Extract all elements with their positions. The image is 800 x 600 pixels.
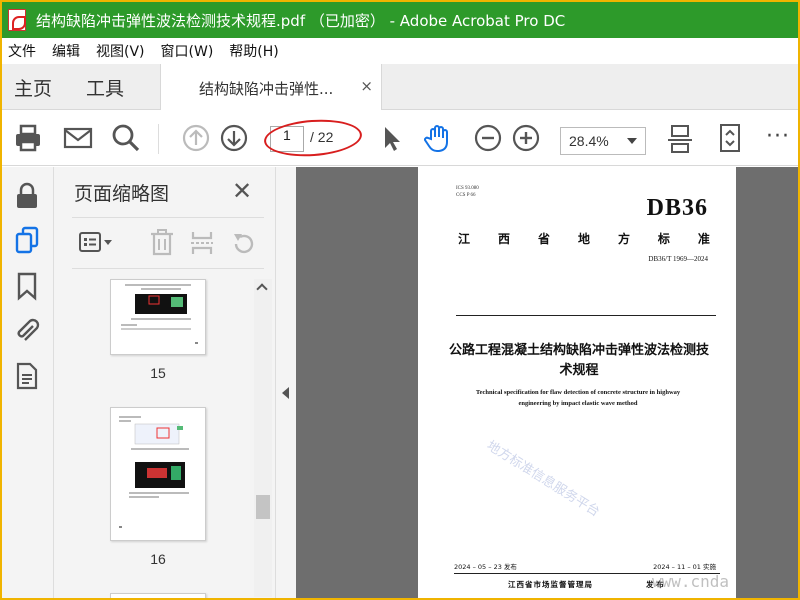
document-tab-label: 结构缺陷冲击弹性... bbox=[199, 80, 334, 98]
options-menu-icon[interactable] bbox=[78, 230, 118, 256]
close-panel-icon[interactable]: ✕ bbox=[232, 177, 252, 205]
toolbar: 1 / 22 28.4% ··· bbox=[2, 110, 798, 166]
menu-window[interactable]: 窗口(W) bbox=[153, 41, 222, 61]
document-title-english: Technical specification for flaw detecti… bbox=[475, 389, 681, 407]
pdf-app-icon bbox=[8, 9, 26, 31]
navigation-rail bbox=[2, 167, 54, 598]
next-page-icon[interactable] bbox=[218, 122, 250, 154]
search-icon[interactable] bbox=[110, 122, 142, 154]
title-bar: 结构缺陷冲击弹性波法检测技术规程.pdf （已加密） - Adobe Acrob… bbox=[2, 2, 798, 38]
page-thumbnails-panel: 页面缩略图 ✕ 15 16 bbox=[54, 167, 276, 598]
acrobat-window: 结构缺陷冲击弹性波法检测技术规程.pdf （已加密） - Adobe Acrob… bbox=[2, 2, 798, 598]
heading-char: 省 bbox=[537, 232, 550, 246]
tab-document[interactable]: 结构缺陷冲击弹性... × bbox=[160, 64, 382, 110]
chevron-down-icon bbox=[627, 138, 637, 144]
page-thumbnail[interactable] bbox=[110, 593, 206, 598]
highlight-ellipse bbox=[262, 116, 364, 160]
zoom-in-icon[interactable] bbox=[510, 122, 542, 154]
page-thumbnail-label: 16 bbox=[150, 551, 166, 567]
heading-char: 西 bbox=[497, 232, 510, 246]
document-view[interactable]: ICS 93.080 CCS P 66 DB36 江 西 省 地 方 标 准 D… bbox=[296, 167, 798, 598]
toolbar-divider bbox=[158, 124, 159, 154]
rotate-page-icon[interactable] bbox=[230, 228, 258, 258]
issuing-authority: 江西省市场监督管理局 bbox=[508, 580, 593, 589]
scrollbar-thumb[interactable] bbox=[256, 495, 270, 519]
heading-char: 准 bbox=[697, 232, 710, 246]
delete-page-icon[interactable] bbox=[148, 228, 176, 258]
zoom-dropdown[interactable]: 28.4% bbox=[560, 127, 646, 155]
lock-icon[interactable] bbox=[14, 181, 40, 211]
panel-title: 页面缩略图 bbox=[74, 183, 170, 205]
previous-page-icon[interactable] bbox=[180, 122, 212, 154]
page-thumbnail[interactable] bbox=[110, 407, 206, 541]
tab-bar: 主页 工具 结构缺陷冲击弹性... × bbox=[2, 64, 798, 110]
menu-help[interactable]: 帮助(H) bbox=[221, 41, 286, 61]
menu-file[interactable]: 文件 bbox=[2, 41, 44, 61]
page-thumbnail[interactable] bbox=[110, 279, 206, 355]
email-icon[interactable] bbox=[62, 122, 94, 154]
attachment-icon[interactable] bbox=[14, 315, 40, 345]
standard-number: DB36/T 1969—2024 bbox=[648, 255, 708, 263]
menu-view[interactable]: 视图(V) bbox=[88, 41, 153, 61]
close-tab-icon[interactable]: × bbox=[360, 77, 373, 95]
print-icon[interactable] bbox=[12, 122, 44, 154]
menu-bar: 文件 编辑 视图(V) 窗口(W) 帮助(H) bbox=[2, 38, 798, 64]
page-thumbnails-icon[interactable] bbox=[14, 225, 40, 255]
ics-line: ICS 93.080 bbox=[456, 186, 479, 191]
fit-page-icon[interactable] bbox=[664, 122, 696, 154]
menu-edit[interactable]: 编辑 bbox=[44, 41, 88, 61]
heading-char: 地 bbox=[577, 232, 590, 246]
document-title-chinese: 公路工程混凝土结构缺陷冲击弹性波法检测技术规程 bbox=[448, 343, 709, 378]
ics-code: ICS 93.080 CCS P 66 bbox=[456, 185, 479, 199]
tab-home[interactable]: 主页 bbox=[14, 74, 52, 101]
window-title: 结构缺陷冲击弹性波法检测技术规程.pdf （已加密） - Adobe Acrob… bbox=[36, 11, 566, 30]
publish-date: 2024 – 05 – 23 发布 bbox=[454, 563, 517, 571]
ccs-line: CCS P 66 bbox=[456, 193, 476, 198]
province-standard-heading: 江 西 省 地 方 标 准 bbox=[458, 230, 710, 247]
more-tools-icon[interactable]: ··· bbox=[766, 124, 790, 149]
divider-line bbox=[456, 315, 716, 316]
page-thumbnail-label: 15 bbox=[150, 365, 166, 381]
pdf-page: ICS 93.080 CCS P 66 DB36 江 西 省 地 方 标 准 D… bbox=[418, 167, 736, 598]
scroll-up-icon[interactable] bbox=[256, 283, 268, 295]
site-watermark: www.cnda bbox=[652, 572, 730, 591]
hand-tool-icon[interactable] bbox=[422, 122, 454, 154]
extract-page-icon[interactable] bbox=[188, 228, 216, 258]
document-icon[interactable] bbox=[14, 361, 40, 391]
tab-tools[interactable]: 工具 bbox=[86, 74, 124, 101]
standard-code: DB36 bbox=[646, 195, 708, 221]
implement-date: 2024 – 11 – 01 实施 bbox=[653, 563, 716, 571]
bookmark-icon[interactable] bbox=[14, 271, 40, 301]
select-cursor-icon[interactable] bbox=[376, 122, 408, 154]
panel-toolbar bbox=[72, 217, 264, 269]
heading-char: 方 bbox=[617, 232, 630, 246]
collapse-arrow-icon[interactable] bbox=[282, 387, 289, 399]
zoom-value: 28.4% bbox=[569, 133, 609, 149]
watermark-text: 地方标准信息服务平台 bbox=[483, 438, 603, 521]
heading-char: 江 bbox=[458, 232, 471, 246]
panel-collapse-handle[interactable] bbox=[276, 167, 296, 598]
heading-char: 标 bbox=[657, 232, 670, 246]
thumbnail-scrollbar[interactable] bbox=[254, 279, 272, 597]
zoom-out-icon[interactable] bbox=[472, 122, 504, 154]
rotate-view-icon[interactable] bbox=[714, 122, 746, 154]
